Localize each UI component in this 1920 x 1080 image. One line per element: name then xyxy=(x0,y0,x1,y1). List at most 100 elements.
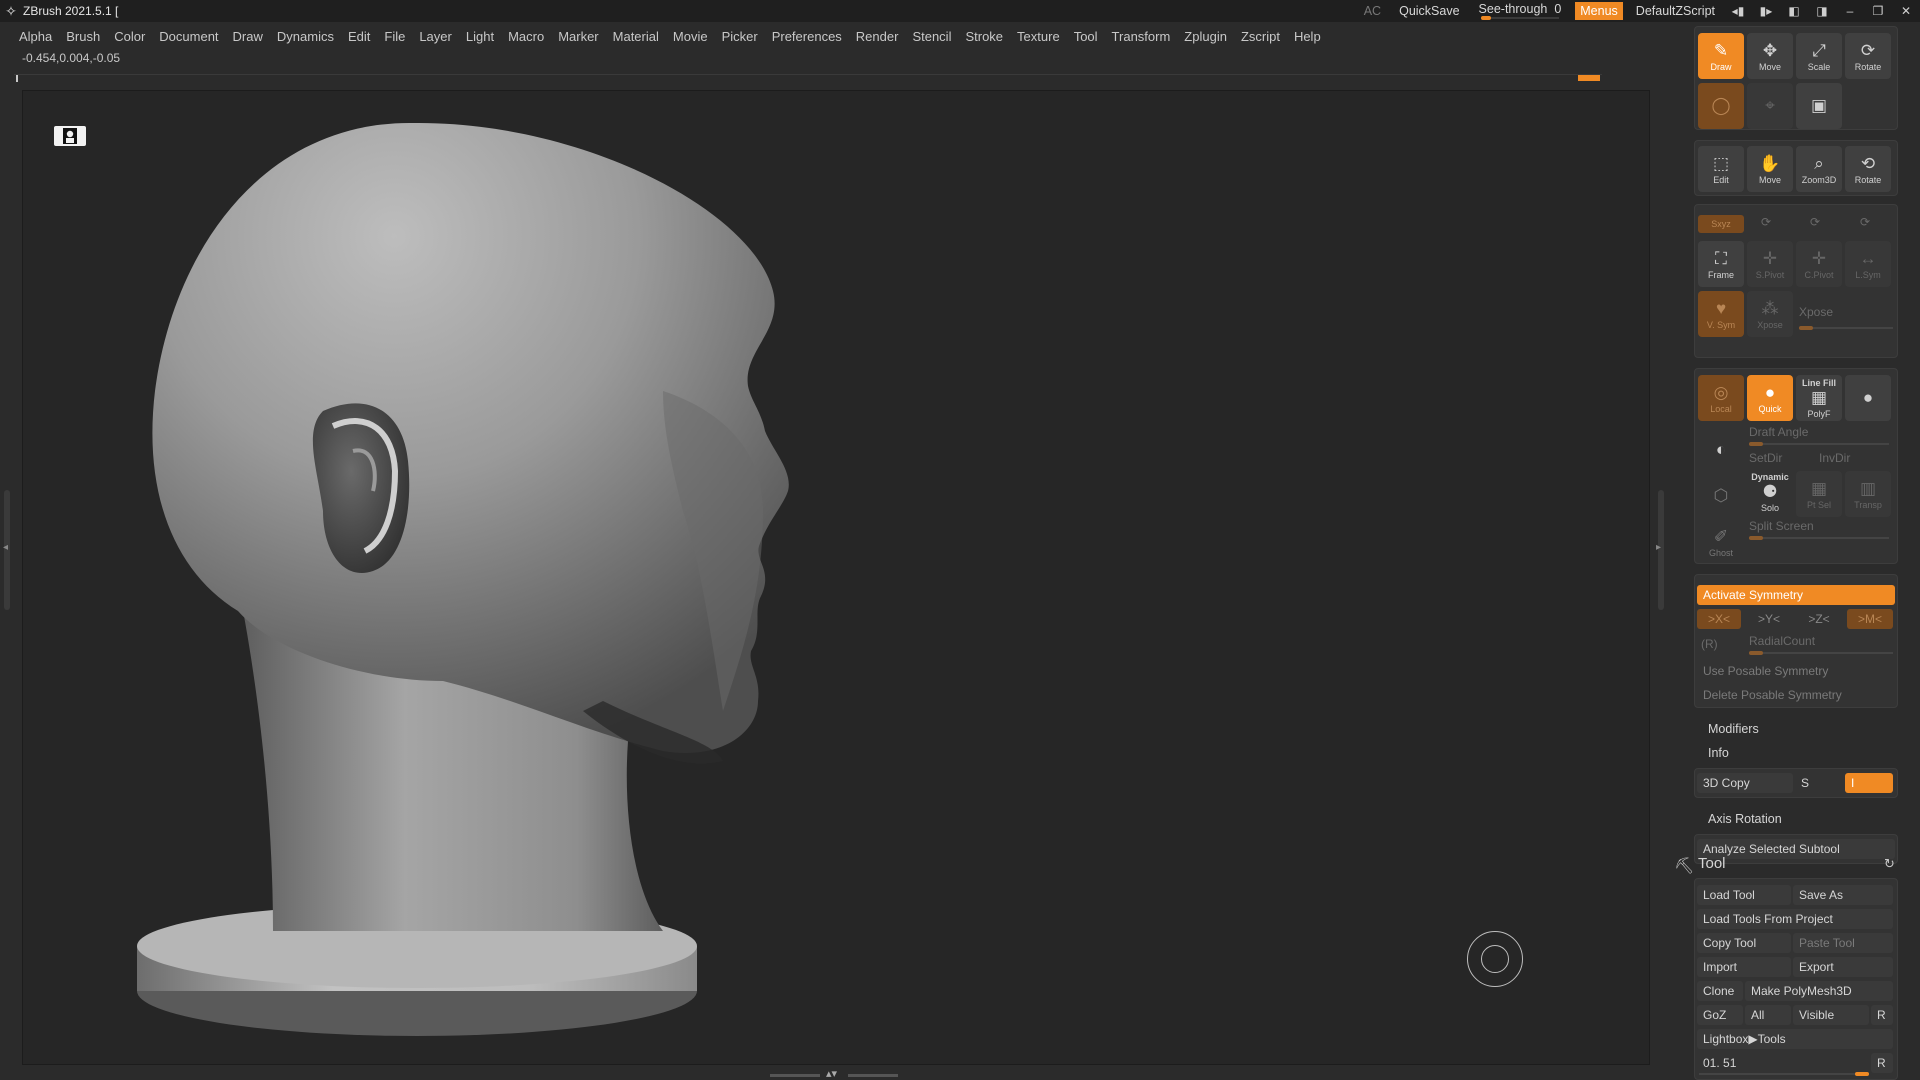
navigation-gizmo-inner[interactable] xyxy=(1481,945,1509,973)
menus-toggle[interactable]: Menus xyxy=(1575,2,1623,20)
menu-picker[interactable]: Picker xyxy=(715,22,765,52)
goz-all-button[interactable]: All xyxy=(1745,1005,1791,1025)
rotate-view-button[interactable]: ⟲ Rotate xyxy=(1845,146,1891,192)
left-tray-arrow-icon[interactable]: ◂ xyxy=(3,542,8,553)
right-tray-arrow-icon[interactable]: ▸ xyxy=(1656,542,1661,553)
split-screen-track[interactable] xyxy=(1749,537,1889,539)
xpose-slider-knob[interactable] xyxy=(1799,326,1813,330)
edit-button[interactable]: ⬚ Edit xyxy=(1698,146,1744,192)
invdir-button[interactable]: InvDir xyxy=(1819,451,1850,465)
modifiers-section[interactable]: Modifiers xyxy=(1708,722,1759,736)
use-posable-symmetry-button[interactable]: Use Posable Symmetry xyxy=(1697,661,1895,681)
axis-rotation-section[interactable]: Axis Rotation xyxy=(1708,812,1782,826)
3d-copy-button[interactable]: 3D Copy xyxy=(1697,773,1793,793)
tool-slider-track[interactable] xyxy=(1699,1073,1869,1075)
z-rotation-icon[interactable]: ⟳ xyxy=(1810,215,1820,229)
menu-render[interactable]: Render xyxy=(849,22,906,52)
ghost-button[interactable]: ✐ Ghost xyxy=(1698,519,1744,565)
scale-mode-button[interactable]: ⤢ Scale xyxy=(1796,33,1842,79)
quick-button[interactable]: ● Quick xyxy=(1747,375,1793,421)
rotate-mode-button[interactable]: ⟳ Rotate xyxy=(1845,33,1891,79)
script-label[interactable]: DefaultZScript xyxy=(1627,0,1724,22)
snapshot-button[interactable]: ▣ xyxy=(1796,83,1842,129)
export-button[interactable]: Export xyxy=(1793,957,1893,977)
menu-light[interactable]: Light xyxy=(459,22,501,52)
setdir-button[interactable]: SetDir xyxy=(1749,451,1782,465)
m-axis-toggle[interactable]: >M< xyxy=(1847,609,1893,629)
contrast-toggle[interactable]: ◐ xyxy=(1698,427,1744,473)
goz-r-button[interactable]: R xyxy=(1871,1005,1893,1025)
info-section[interactable]: Info xyxy=(1708,746,1729,760)
analyze-subtool-button[interactable]: Analyze Selected Subtool xyxy=(1697,839,1895,859)
solo-button[interactable]: Dynamic ⚈ Solo xyxy=(1747,469,1793,515)
tool-slider-r-button[interactable]: R xyxy=(1871,1053,1893,1073)
xpose-button[interactable]: ⁂ Xpose xyxy=(1747,291,1793,337)
menu-movie[interactable]: Movie xyxy=(666,22,715,52)
menu-brush[interactable]: Brush xyxy=(59,22,107,52)
load-tools-from-project-button[interactable]: Load Tools From Project xyxy=(1697,909,1893,929)
spivot-button[interactable]: ✛ S.Pivot xyxy=(1747,241,1793,287)
radialcount-knob[interactable] xyxy=(1749,651,1763,655)
import-button[interactable]: Import xyxy=(1697,957,1791,977)
draft-angle-knob[interactable] xyxy=(1749,442,1763,446)
save-as-button[interactable]: Save As xyxy=(1793,885,1893,905)
head-model[interactable] xyxy=(23,91,1650,1065)
menu-edit[interactable]: Edit xyxy=(341,22,377,52)
layout-icon[interactable]: ◧ xyxy=(1780,0,1808,22)
make-polymesh3d-button[interactable]: Make PolyMesh3D xyxy=(1745,981,1893,1001)
document-canvas[interactable] xyxy=(22,90,1650,1065)
goz-visible-button[interactable]: Visible xyxy=(1793,1005,1869,1025)
draw-mode-button[interactable]: ✎ Draw xyxy=(1698,33,1744,79)
layout-alt-icon[interactable]: ◨ xyxy=(1808,0,1836,22)
menu-color[interactable]: Color xyxy=(107,22,152,52)
cpivot-button[interactable]: ✛ C.Pivot xyxy=(1796,241,1842,287)
menu-tool[interactable]: Tool xyxy=(1067,22,1105,52)
refresh-icon[interactable]: ↻ xyxy=(1884,856,1895,872)
tool-slider-knob[interactable] xyxy=(1855,1072,1869,1076)
toggle-ui-right-icon[interactable]: ▮▸ xyxy=(1752,0,1780,22)
ptsel-button[interactable]: ▦ Pt Sel xyxy=(1796,471,1842,517)
menu-dynamics[interactable]: Dynamics xyxy=(270,22,341,52)
timeline-ruler[interactable] xyxy=(14,74,1602,82)
menu-transform[interactable]: Transform xyxy=(1105,22,1178,52)
cube-toggle[interactable]: ⬡ xyxy=(1698,473,1744,519)
menu-texture[interactable]: Texture xyxy=(1010,22,1067,52)
menu-stroke[interactable]: Stroke xyxy=(958,22,1010,52)
move-view-button[interactable]: ✋ Move xyxy=(1747,146,1793,192)
menu-marker[interactable]: Marker xyxy=(551,22,605,52)
paste-tool-button[interactable]: Paste Tool xyxy=(1793,933,1893,953)
draft-angle-track[interactable] xyxy=(1749,443,1889,445)
polyf-button[interactable]: Line Fill ▦ PolyF xyxy=(1796,375,1842,421)
tool-slider-value[interactable]: 01. 51 xyxy=(1697,1053,1871,1073)
material-button[interactable]: ◯ xyxy=(1698,83,1744,129)
gizmo-edit-button[interactable]: ⌖ xyxy=(1747,83,1793,129)
y-axis-toggle[interactable]: >Y< xyxy=(1747,609,1791,629)
radialcount-track[interactable] xyxy=(1749,652,1893,654)
ac-indicator[interactable]: AC xyxy=(1355,0,1390,22)
copy-tool-button[interactable]: Copy Tool xyxy=(1697,933,1791,953)
transp-sphere-button[interactable]: ● xyxy=(1845,375,1891,421)
split-screen-knob[interactable] xyxy=(1749,536,1763,540)
menu-draw[interactable]: Draw xyxy=(226,22,270,52)
menu-stencil[interactable]: Stencil xyxy=(905,22,958,52)
menu-help[interactable]: Help xyxy=(1287,22,1328,52)
seethrough-slider[interactable]: See-through 0 xyxy=(1469,0,1572,22)
frame-button[interactable]: ⛶ Frame xyxy=(1698,241,1744,287)
menu-macro[interactable]: Macro xyxy=(501,22,551,52)
delete-posable-symmetry-button[interactable]: Delete Posable Symmetry xyxy=(1697,685,1895,705)
menu-layer[interactable]: Layer xyxy=(412,22,459,52)
radial-toggle[interactable]: (R) xyxy=(1701,637,1718,651)
lightbox-tools-button[interactable]: Lightbox▶Tools xyxy=(1697,1029,1893,1049)
seethrough-knob[interactable] xyxy=(1480,16,1491,20)
move-mode-button[interactable]: ✥ Move xyxy=(1747,33,1793,79)
bottom-tray-handle[interactable]: ▴▾ xyxy=(770,1068,900,1080)
menu-material[interactable]: Material xyxy=(606,22,666,52)
vsym-button[interactable]: ♥ V. Sym xyxy=(1698,291,1744,337)
minimize-icon[interactable]: – xyxy=(1836,0,1864,22)
timeline-marker[interactable] xyxy=(1578,75,1600,81)
zoom3d-button[interactable]: ⌕ Zoom3D xyxy=(1796,146,1842,192)
menu-alpha[interactable]: Alpha xyxy=(12,22,59,52)
transp-button[interactable]: ▥ Transp xyxy=(1845,471,1891,517)
rotation-lock-icon[interactable]: ⟳ xyxy=(1860,215,1870,229)
load-tool-button[interactable]: Load Tool xyxy=(1697,885,1791,905)
